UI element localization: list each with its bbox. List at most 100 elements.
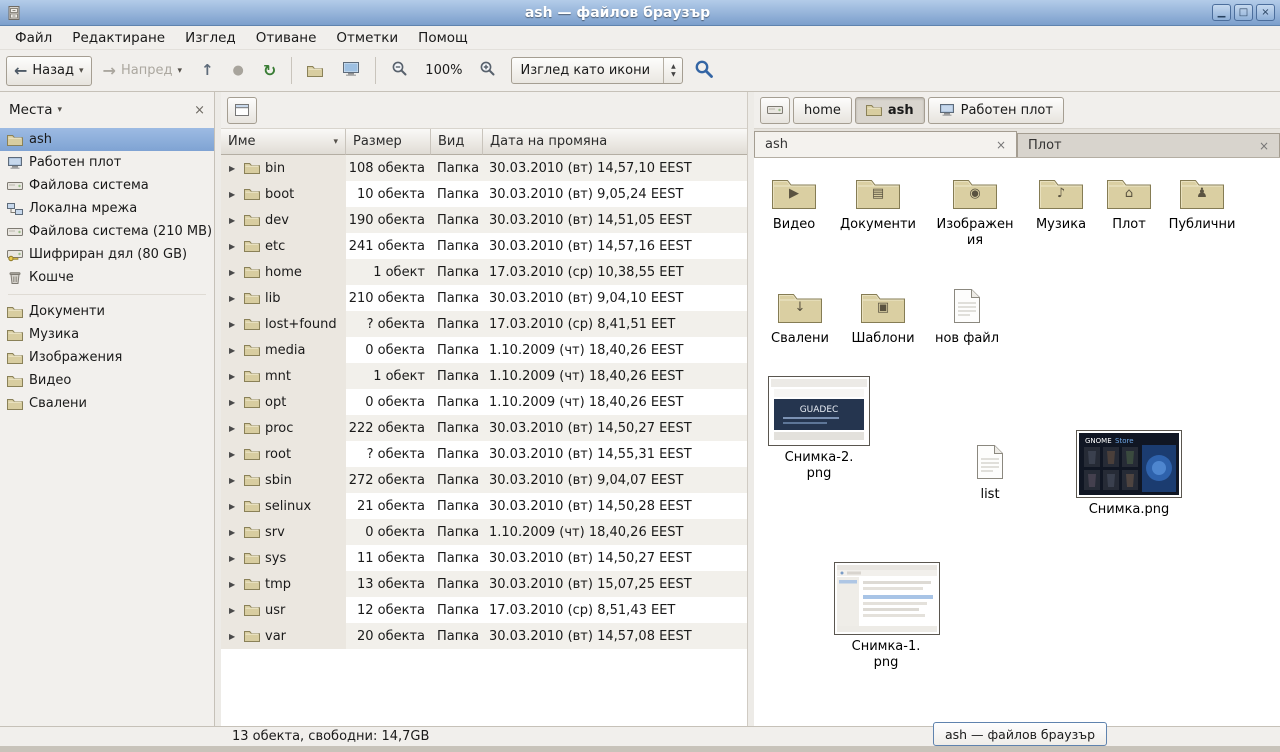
icon-item-folder[interactable]: ▶Видео xyxy=(754,174,834,233)
sidebar-item-Свалени[interactable]: Свалени xyxy=(0,392,214,415)
sidebar-close-icon[interactable]: × xyxy=(194,103,205,118)
table-row[interactable]: ▶media0 обектаПапка1.10.2009 (чт) 18,40,… xyxy=(221,337,747,363)
icon-item-folder[interactable]: ↓Свалени xyxy=(760,288,840,347)
icon-item-folder[interactable]: ◉Изображен ия xyxy=(935,174,1015,250)
sidebar-item-Видео[interactable]: Видео xyxy=(0,369,214,392)
view-mode-select[interactable]: Изглед като икони ▲▼ xyxy=(511,57,683,84)
sidebar-item-Документи[interactable]: Документи xyxy=(0,300,214,323)
close-button[interactable]: × xyxy=(1256,4,1275,21)
icon-item-folder[interactable]: ⌂Плот xyxy=(1091,174,1167,233)
column-header-size[interactable]: Размер xyxy=(346,129,431,155)
table-row[interactable]: ▶var20 обектаПапка30.03.2010 (вт) 14,57,… xyxy=(221,623,747,649)
icon-item-image[interactable]: GNOMEStoreСнимка.png xyxy=(1074,430,1184,518)
reload-button[interactable]: ↻ xyxy=(255,56,284,86)
expander-icon[interactable]: ▶ xyxy=(229,632,239,641)
menu-item-6[interactable]: Помощ xyxy=(408,26,478,49)
expander-icon[interactable]: ▶ xyxy=(229,424,239,433)
up-button[interactable]: ↑ xyxy=(193,56,222,86)
expander-icon[interactable]: ▶ xyxy=(229,502,239,511)
zoom-in-button[interactable] xyxy=(471,56,504,86)
table-row[interactable]: ▶srv0 обектаПапка1.10.2009 (чт) 18,40,26… xyxy=(221,519,747,545)
home-button[interactable] xyxy=(299,56,331,86)
expander-icon[interactable]: ▶ xyxy=(229,450,239,459)
sidebar-item-Шифриран дял (80 GB)[interactable]: Шифриран дял (80 GB) xyxy=(0,243,214,266)
tab-close-icon[interactable]: × xyxy=(1259,139,1269,153)
pathbar-root-button[interactable] xyxy=(760,97,790,124)
table-row[interactable]: ▶bin108 обектаПапка30.03.2010 (вт) 14,57… xyxy=(221,155,747,181)
table-row[interactable]: ▶boot10 обектаПапка30.03.2010 (вт) 9,05,… xyxy=(221,181,747,207)
column-header-date[interactable]: Дата на промяна xyxy=(483,129,747,155)
sidebar-title[interactable]: Места xyxy=(9,102,53,118)
titlebar[interactable]: ash — файлов браузър ▁ □ × xyxy=(0,0,1280,26)
column-header-name[interactable]: Име▾ xyxy=(221,129,346,155)
combo-arrows-icon[interactable]: ▲▼ xyxy=(663,58,682,83)
maximize-button[interactable]: □ xyxy=(1234,4,1253,21)
table-row[interactable]: ▶usr12 обектаПапка17.03.2010 (ср) 8,51,4… xyxy=(221,597,747,623)
menu-item-2[interactable]: Редактиране xyxy=(62,26,175,49)
expander-icon[interactable]: ▶ xyxy=(229,268,239,277)
pathbar-button-home[interactable]: home xyxy=(793,97,852,124)
back-dropdown-icon[interactable]: ▾ xyxy=(79,66,84,76)
table-row[interactable]: ▶home1 обектПапка17.03.2010 (ср) 10,38,5… xyxy=(221,259,747,285)
column-header-type[interactable]: Вид xyxy=(431,129,483,155)
tab-Плот[interactable]: Плот× xyxy=(1017,133,1280,157)
back-button[interactable]: ← Назад ▾ xyxy=(6,56,92,86)
icon-view[interactable]: ▶Видео▤Документи◉Изображен ия♪Музика⌂Пло… xyxy=(754,158,1280,726)
table-row[interactable]: ▶etc241 обектаПапка30.03.2010 (вт) 14,57… xyxy=(221,233,747,259)
icon-item-image[interactable]: Снимка-1. png xyxy=(834,562,938,672)
expander-icon[interactable]: ▶ xyxy=(229,346,239,355)
table-row[interactable]: ▶lost+found? обектаПапка17.03.2010 (ср) … xyxy=(221,311,747,337)
table-row[interactable]: ▶tmp13 обектаПапка30.03.2010 (вт) 15,07,… xyxy=(221,571,747,597)
table-row[interactable]: ▶root? обектаПапка30.03.2010 (вт) 14,55,… xyxy=(221,441,747,467)
icon-item-file[interactable]: list xyxy=(950,444,1030,503)
table-row[interactable]: ▶sys11 обектаПапка30.03.2010 (вт) 14,50,… xyxy=(221,545,747,571)
forward-button[interactable]: → Напред ▾ xyxy=(95,56,190,86)
menu-item-5[interactable]: Отметки xyxy=(326,26,408,49)
icon-item-folder[interactable]: ♪Музика xyxy=(1021,174,1101,233)
table-row[interactable]: ▶lib210 обектаПапка30.03.2010 (вт) 9,04,… xyxy=(221,285,747,311)
sidebar-item-Локална мрежа[interactable]: Локална мрежа xyxy=(0,197,214,220)
stop-button[interactable]: ● xyxy=(225,56,252,86)
table-row[interactable]: ▶opt0 обектаПапка1.10.2009 (чт) 18,40,26… xyxy=(221,389,747,415)
computer-button[interactable] xyxy=(334,56,368,86)
sidebar-item-Файлова система (210 MB)[interactable]: Файлова система (210 MB) xyxy=(0,220,214,243)
expander-icon[interactable]: ▶ xyxy=(229,606,239,615)
expander-icon[interactable]: ▶ xyxy=(229,216,239,225)
tab-ash[interactable]: ash× xyxy=(754,131,1017,157)
tab-close-icon[interactable]: × xyxy=(996,138,1006,152)
icon-item-file[interactable]: нов файл xyxy=(927,288,1007,347)
menu-item-4[interactable]: Отиване xyxy=(246,26,327,49)
zoom-out-button[interactable] xyxy=(383,56,416,86)
table-row[interactable]: ▶dev190 обектаПапка30.03.2010 (вт) 14,51… xyxy=(221,207,747,233)
expander-icon[interactable]: ▶ xyxy=(229,580,239,589)
expander-icon[interactable]: ▶ xyxy=(229,164,239,173)
expander-icon[interactable]: ▶ xyxy=(229,190,239,199)
expander-icon[interactable]: ▶ xyxy=(229,554,239,563)
icon-item-folder[interactable]: ▣Шаблони xyxy=(843,288,923,347)
sidebar-item-Кошче[interactable]: Кошче xyxy=(0,266,214,289)
table-row[interactable]: ▶proc222 обектаПапка30.03.2010 (вт) 14,5… xyxy=(221,415,747,441)
expander-icon[interactable]: ▶ xyxy=(229,294,239,303)
icon-item-folder[interactable]: ♟Публични xyxy=(1162,174,1242,233)
expander-icon[interactable]: ▶ xyxy=(229,372,239,381)
icon-item-image[interactable]: GUADECСнимка-2. png xyxy=(767,376,871,483)
pathbar-button-Работен плот[interactable]: Работен плот xyxy=(928,97,1064,124)
expander-icon[interactable]: ▶ xyxy=(229,398,239,407)
table-row[interactable]: ▶selinux21 обектаПапка30.03.2010 (вт) 14… xyxy=(221,493,747,519)
location-button[interactable] xyxy=(227,97,257,124)
expander-icon[interactable]: ▶ xyxy=(229,320,239,329)
expander-icon[interactable]: ▶ xyxy=(229,242,239,251)
taskbar-window-button[interactable]: ash — файлов браузър xyxy=(933,722,1107,746)
menu-item-3[interactable]: Изглед xyxy=(175,26,246,49)
search-button[interactable] xyxy=(686,56,722,86)
sidebar-item-Файлова система[interactable]: Файлова система xyxy=(0,174,214,197)
sidebar-item-ash[interactable]: ash xyxy=(0,128,214,151)
minimize-button[interactable]: ▁ xyxy=(1212,4,1231,21)
menu-item-1[interactable]: Файл xyxy=(5,26,62,49)
table-row[interactable]: ▶sbin272 обектаПапка30.03.2010 (вт) 9,04… xyxy=(221,467,747,493)
sidebar-item-Музика[interactable]: Музика xyxy=(0,323,214,346)
expander-icon[interactable]: ▶ xyxy=(229,528,239,537)
sidebar-item-Изображения[interactable]: Изображения xyxy=(0,346,214,369)
icon-item-folder[interactable]: ▤Документи xyxy=(835,174,921,233)
pathbar-button-ash[interactable]: ash xyxy=(855,97,925,124)
